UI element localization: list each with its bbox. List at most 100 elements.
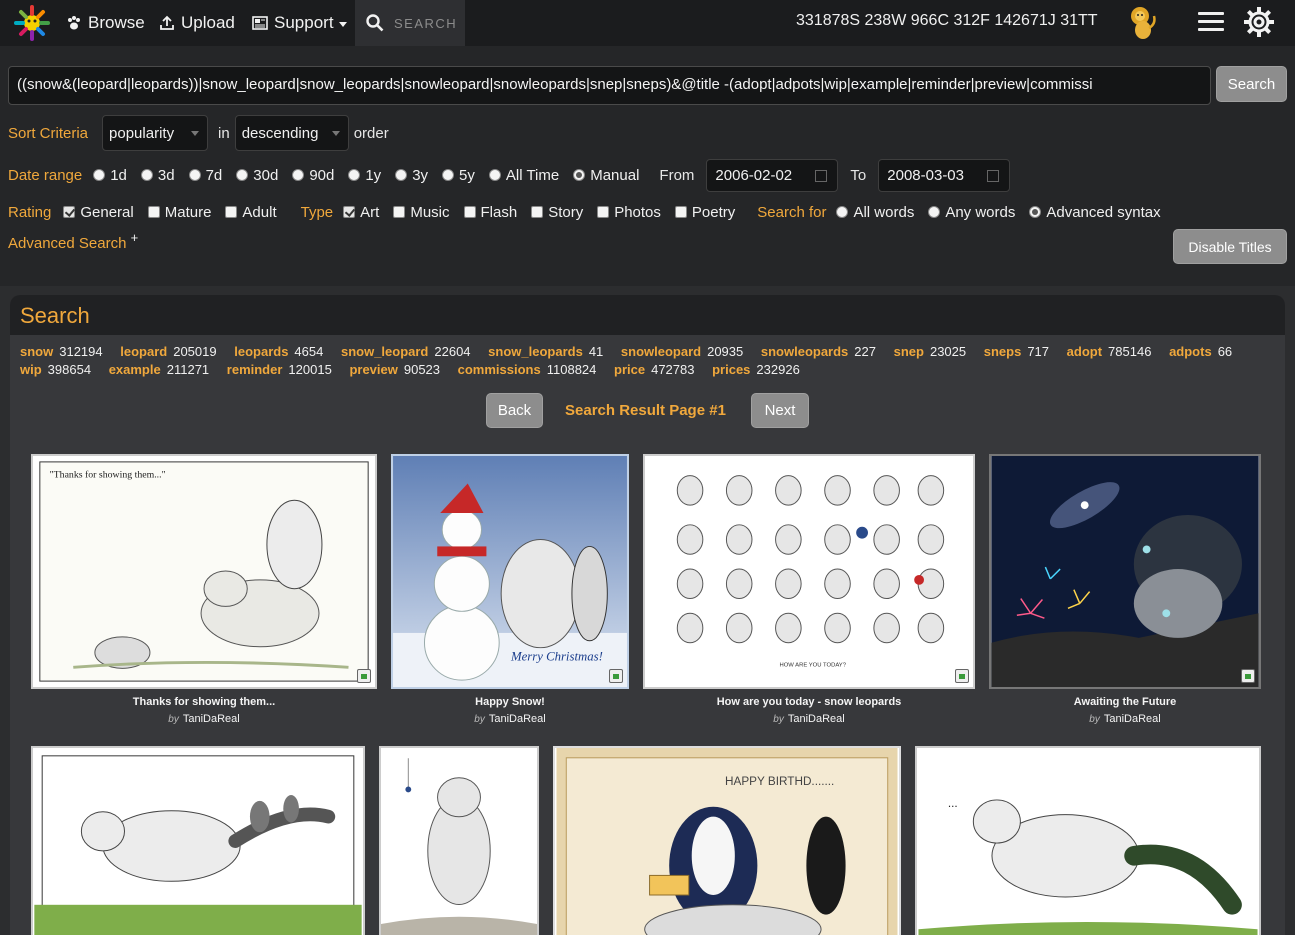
term-count: 232926 (756, 362, 799, 377)
search-button[interactable]: Search (1216, 66, 1287, 102)
advanced-search-label: Advanced Search (8, 235, 126, 252)
date-radio-5y[interactable]: 5y (442, 167, 475, 184)
to-label: To (850, 167, 866, 184)
term-name[interactable]: adopt (1067, 344, 1102, 359)
artwork-image: HAPPY BIRTHD....... (555, 748, 899, 935)
author-name[interactable]: TaniDaReal (1104, 713, 1161, 725)
term-stat: commissions1108824 (458, 361, 597, 379)
radio-dot-icon (489, 169, 501, 181)
search-all-words-radio[interactable]: All words (836, 204, 914, 221)
back-button[interactable]: Back (486, 393, 543, 428)
term-name[interactable]: preview (349, 362, 397, 377)
order-select[interactable]: descending (235, 115, 349, 151)
term-name[interactable]: snowleopards (761, 344, 848, 359)
term-name[interactable]: commissions (458, 362, 541, 377)
term-name[interactable]: price (614, 362, 645, 377)
date-radio-30d[interactable]: 30d (236, 167, 278, 184)
sort-criteria-select[interactable]: popularity (102, 115, 208, 151)
type-poetry-checkbox[interactable]: Poetry (675, 204, 735, 221)
term-count: 227 (854, 344, 876, 359)
result-thumbnail[interactable]: "Thanks for showing them..." (31, 454, 377, 689)
lion-avatar-icon[interactable] (1123, 4, 1161, 42)
term-name[interactable]: wip (20, 362, 42, 377)
result-title[interactable]: Thanks for showing them... (31, 696, 377, 708)
rating-adult-checkbox[interactable]: Adult (225, 204, 276, 221)
to-date-input[interactable]: 2008-03-03 (878, 159, 1010, 192)
next-button[interactable]: Next (751, 393, 809, 428)
type-story-checkbox[interactable]: Story (531, 204, 583, 221)
type-flash-checkbox[interactable]: Flash (464, 204, 518, 221)
term-name[interactable]: snow_leopards (488, 344, 583, 359)
term-name[interactable]: prices (712, 362, 750, 377)
search-advanced-syntax-radio[interactable]: Advanced syntax (1029, 204, 1160, 221)
type-music-checkbox[interactable]: Music (393, 204, 449, 221)
term-name[interactable]: snowleopard (621, 344, 701, 359)
radio-dot-icon (189, 169, 201, 181)
checkbox-icon (675, 206, 687, 218)
type-photos-checkbox[interactable]: Photos (597, 204, 661, 221)
artwork-image (33, 748, 363, 935)
date-radio-90d[interactable]: 90d (292, 167, 334, 184)
to-date-value: 2008-03-03 (887, 167, 964, 184)
site-logo-icon[interactable] (14, 5, 50, 41)
radio-label: 3d (158, 167, 175, 184)
result-thumbnail[interactable] (31, 746, 365, 935)
date-radio-manual[interactable]: Manual (573, 167, 639, 184)
date-radio-1y[interactable]: 1y (348, 167, 381, 184)
date-radio-all-time[interactable]: All Time (489, 167, 559, 184)
author-name[interactable]: TaniDaReal (489, 713, 546, 725)
rating-mature-checkbox[interactable]: Mature (148, 204, 212, 221)
author-name[interactable]: TaniDaReal (183, 713, 240, 725)
search-any-words-radio[interactable]: Any words (928, 204, 1015, 221)
result-thumbnail[interactable]: HAPPY BIRTHD....... (553, 746, 901, 935)
term-name[interactable]: reminder (227, 362, 283, 377)
result-thumbnail[interactable]: Merry Christmas! (391, 454, 629, 689)
nav-support-dropdown[interactable]: Support (252, 0, 347, 46)
date-radio-3y[interactable]: 3y (395, 167, 428, 184)
from-date-input[interactable]: 2006-02-02 (706, 159, 838, 192)
rating-general-checkbox[interactable]: General (63, 204, 133, 221)
query-input[interactable]: ((snow&(leopard|leopards))|snow_leopard|… (8, 66, 1211, 105)
result-thumbnail[interactable]: ... (915, 746, 1261, 935)
term-name[interactable]: snow_leopard (341, 344, 428, 359)
nav-search-field[interactable]: SEARCH (355, 0, 465, 46)
result-thumbnail[interactable] (379, 746, 539, 935)
disable-titles-button[interactable]: Disable Titles (1173, 229, 1287, 264)
term-stat: preview90523 (349, 361, 440, 379)
type-art-checkbox[interactable]: Art (343, 204, 379, 221)
nav-browse-link[interactable]: Browse (66, 0, 145, 46)
result-author: byTaniDaReal (643, 713, 975, 725)
artwork-caption: ... (948, 797, 958, 810)
term-stat: wip398654 (20, 361, 91, 379)
order-value: descending (242, 125, 319, 142)
checkbox-icon (393, 206, 405, 218)
image-type-icon (357, 669, 371, 683)
term-name[interactable]: leopards (234, 344, 288, 359)
result-title[interactable]: Happy Snow! (391, 696, 629, 708)
date-radio-1d[interactable]: 1d (93, 167, 127, 184)
term-name[interactable]: sneps (984, 344, 1022, 359)
term-name[interactable]: leopard (120, 344, 167, 359)
radio-dot-icon (236, 169, 248, 181)
date-radio-7d[interactable]: 7d (189, 167, 223, 184)
date-radio-3d[interactable]: 3d (141, 167, 175, 184)
search-form: ((snow&(leopard|leopards))|snow_leopard|… (0, 46, 1295, 286)
nav-upload-link[interactable]: Upload (159, 0, 235, 46)
term-name[interactable]: snep (894, 344, 924, 359)
result-title[interactable]: How are you today - snow leopards (643, 696, 975, 708)
term-name[interactable]: adpots (1169, 344, 1212, 359)
term-name[interactable]: example (109, 362, 161, 377)
artwork-caption: HOW ARE YOU TODAY? (780, 662, 847, 668)
menu-icon[interactable] (1198, 12, 1224, 34)
result-title[interactable]: Awaiting the Future (989, 696, 1261, 708)
result-thumbnail[interactable] (989, 454, 1261, 689)
gear-icon[interactable] (1243, 6, 1275, 38)
term-stat: snowleopards 227 (761, 343, 876, 361)
term-stat: snowleopard20935 (621, 343, 743, 361)
radio-label: 1y (365, 167, 381, 184)
term-name[interactable]: snow (20, 344, 53, 359)
author-name[interactable]: TaniDaReal (788, 713, 845, 725)
result-thumbnail[interactable]: HOW ARE YOU TODAY? (643, 454, 975, 689)
term-stat: snow_leopards41 (488, 343, 603, 361)
advanced-search-link[interactable]: Advanced Search + (8, 230, 138, 252)
